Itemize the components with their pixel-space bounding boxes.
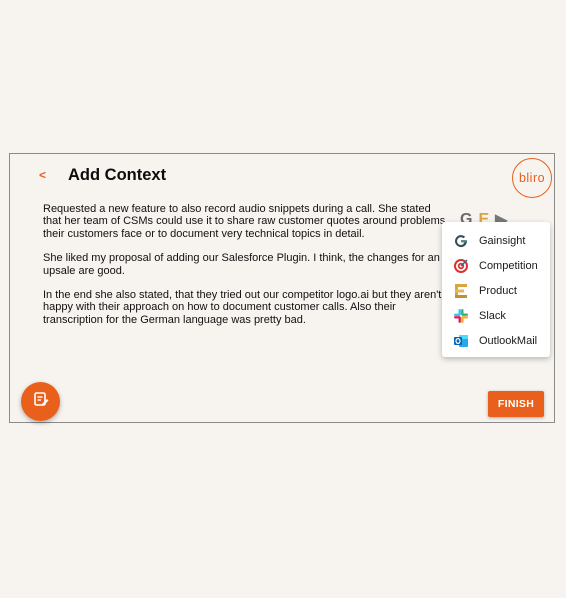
menu-item-label: Product (479, 284, 517, 297)
paragraph: In the end she also stated, that they tr… (43, 289, 442, 326)
menu-item-label: OutlookMail (479, 334, 538, 347)
menu-item-product[interactable]: Product (442, 278, 550, 303)
paragraph: Requested a new feature to also record a… (43, 203, 446, 240)
gainsight-icon (452, 232, 470, 250)
paragraph: She liked my proposal of adding our Sale… (43, 252, 440, 277)
back-button[interactable]: < (39, 168, 46, 182)
menu-item-label: Gainsight (479, 234, 526, 247)
edit-note-button[interactable] (21, 382, 60, 421)
product-icon (452, 282, 470, 300)
menu-item-label: Slack (479, 309, 506, 322)
menu-item-competition[interactable]: Competition (442, 253, 550, 278)
menu-item-gainsight[interactable]: Gainsight (442, 228, 550, 253)
menu-item-slack[interactable]: Slack (442, 303, 550, 328)
menu-item-label: Competition (479, 259, 538, 272)
context-text[interactable]: Requested a new feature to also record a… (43, 203, 447, 338)
menu-item-outlookmail[interactable]: OutlookMail (442, 328, 550, 353)
page-title: Add Context (68, 166, 167, 184)
integration-menu: Gainsight Competition Product Slack Outl… (442, 222, 550, 357)
edit-note-icon (33, 391, 49, 412)
outlook-icon (452, 332, 470, 350)
finish-button[interactable]: FINISH (488, 391, 544, 417)
target-icon (452, 257, 470, 275)
bliro-logo: bliro (512, 158, 552, 198)
slack-icon (452, 307, 470, 325)
